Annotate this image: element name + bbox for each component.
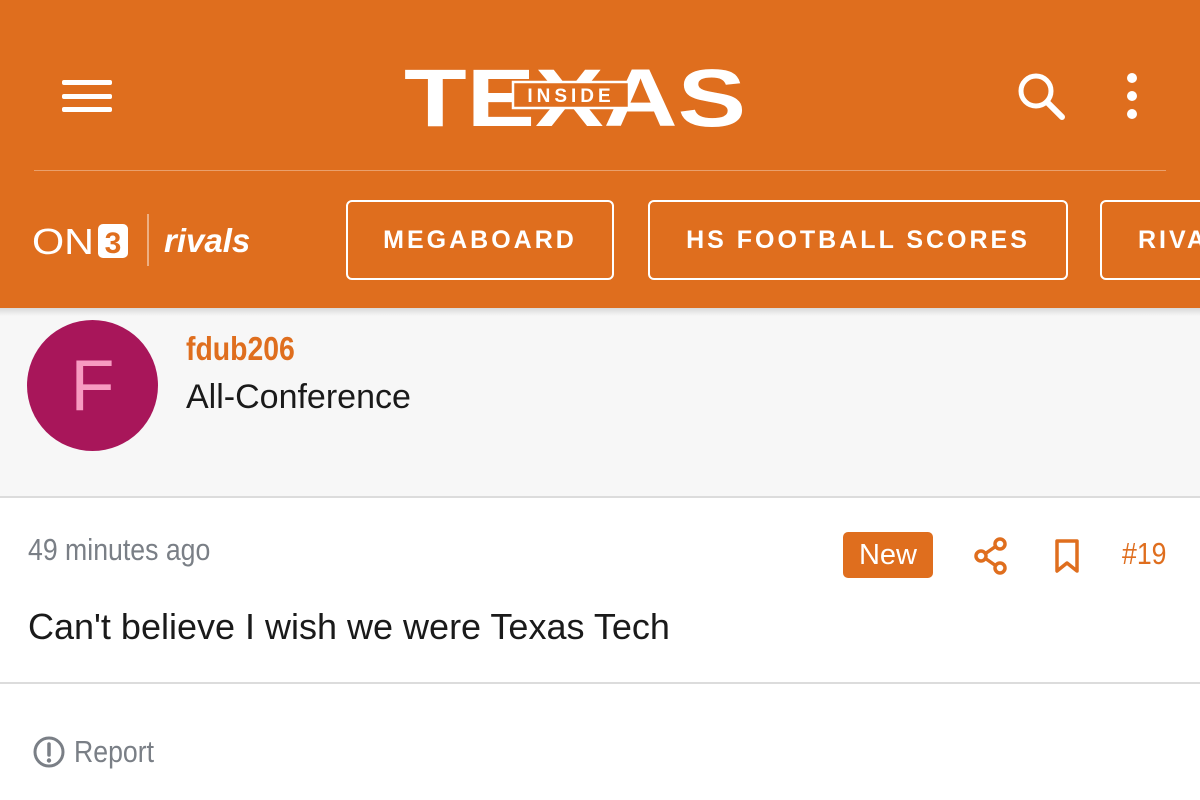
on3-logo[interactable]: ON 3 bbox=[32, 218, 132, 264]
bookmark-icon bbox=[1055, 539, 1079, 573]
inside-texas-logo: TEXAS INSIDE bbox=[404, 53, 746, 144]
more-options-button[interactable] bbox=[1112, 70, 1152, 124]
logo-tag-text: INSIDE bbox=[527, 86, 614, 107]
on3-text: ON bbox=[32, 221, 94, 262]
post-number-link[interactable]: #19 bbox=[1122, 536, 1166, 572]
author-divider bbox=[0, 496, 1200, 498]
alert-circle-icon bbox=[33, 736, 65, 768]
nav-rivals[interactable]: RIVA bbox=[1100, 200, 1200, 280]
svg-text:3: 3 bbox=[105, 227, 122, 260]
hamburger-icon-bar bbox=[62, 93, 112, 99]
brand-separator bbox=[147, 214, 149, 266]
author-block: F fdub206 All-Conference bbox=[0, 308, 1200, 496]
share-icon bbox=[974, 537, 1007, 575]
search-icon bbox=[1018, 73, 1065, 120]
on3-logo-graphic: ON 3 bbox=[32, 221, 128, 262]
site-logo[interactable]: TEXAS INSIDE bbox=[400, 53, 750, 144]
header-divider bbox=[34, 170, 1166, 171]
site-header: TEXAS INSIDE ON 3 bbox=[0, 0, 1200, 308]
report-button[interactable]: Report bbox=[32, 730, 167, 774]
kebab-menu-icon bbox=[1127, 73, 1137, 119]
new-badge: New bbox=[843, 532, 933, 578]
share-button[interactable] bbox=[972, 536, 1010, 576]
nav-megaboard[interactable]: MEGABOARD bbox=[346, 200, 614, 280]
search-button[interactable] bbox=[1012, 68, 1072, 124]
user-rank: All-Conference bbox=[186, 378, 411, 416]
hamburger-icon bbox=[62, 80, 112, 85]
post-divider bbox=[0, 682, 1200, 684]
header-shadow bbox=[0, 308, 1200, 316]
hamburger-icon-bar bbox=[62, 107, 112, 112]
rivals-logo[interactable]: rivals bbox=[164, 222, 250, 260]
page: TEXAS INSIDE ON 3 bbox=[0, 0, 1200, 800]
bookmark-button[interactable] bbox=[1052, 536, 1082, 576]
menu-button[interactable] bbox=[56, 74, 118, 118]
username[interactable]: fdub206 bbox=[186, 330, 295, 368]
post-timestamp[interactable]: 49 minutes ago bbox=[28, 532, 210, 568]
nav-hs-football-scores[interactable]: HS FOOTBALL SCORES bbox=[648, 200, 1068, 280]
report-label: Report bbox=[74, 734, 155, 769]
avatar[interactable]: F bbox=[27, 320, 158, 451]
post-body: Can't believe I wish we were Texas Tech bbox=[28, 606, 670, 647]
